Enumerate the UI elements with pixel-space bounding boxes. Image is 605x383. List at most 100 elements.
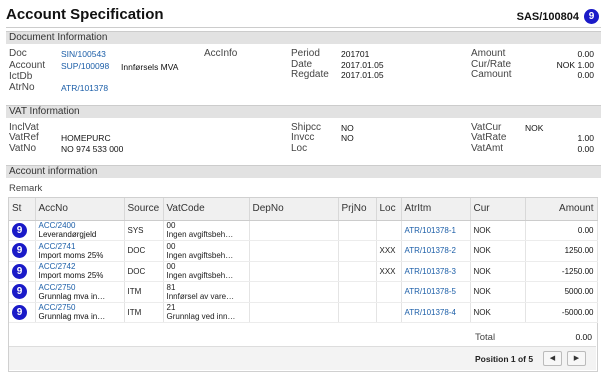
atritm-link[interactable]: ATR/101378-4: [405, 308, 456, 317]
atritm-link[interactable]: ATR/101378-2: [405, 246, 456, 255]
row-status-badge: 9: [12, 222, 27, 238]
cur-cell: NOK: [470, 281, 526, 303]
col-header-depno[interactable]: DepNo: [249, 198, 339, 221]
previous-button[interactable]: ◀: [543, 351, 562, 366]
loc-cell: [376, 302, 402, 323]
atrno-link[interactable]: ATR/101378: [61, 83, 108, 93]
table-row[interactable]: 9 ACC/2741 Import moms 25% DOC 00 Ingen av…: [9, 240, 598, 262]
atritm-link[interactable]: ATR/101378-3: [405, 267, 456, 276]
source-cell: ITM: [124, 302, 164, 323]
table-row[interactable]: 9 ACC/2400 Leverandørgjeld SYS 00 Ingen av…: [9, 220, 598, 241]
currate-value: NOK 1.00: [556, 60, 594, 70]
vat-code: 00: [166, 262, 176, 272]
acc-code-link[interactable]: ACC/2742: [39, 262, 121, 271]
vat-code: 00: [166, 241, 176, 251]
depno-cell: [249, 240, 339, 262]
accinfo-label: AccInfo: [204, 48, 238, 59]
account-name: Innførsels MVA: [121, 62, 179, 72]
atritm-link[interactable]: ATR/101378-5: [405, 287, 456, 296]
col-header-loc[interactable]: Loc: [376, 198, 402, 221]
col-header-prjno[interactable]: PrjNo: [338, 198, 377, 221]
prjno-cell: [338, 302, 377, 323]
vatref-value: HOMEPURC: [61, 133, 111, 143]
table-row[interactable]: 9 ACC/2750 Grunnlag mva in… ITM 81 Innførs…: [9, 281, 598, 303]
atritm-link[interactable]: ATR/101378-1: [405, 226, 456, 235]
acc-name: Grunnlag mva in…: [38, 312, 106, 322]
status-cell: 9: [9, 240, 36, 262]
table-row[interactable]: 9 ACC/2750 Grunnlag mva in… ITM 21 Grunnla…: [9, 302, 598, 323]
next-button[interactable]: ▶: [567, 351, 586, 366]
document-reference: SAS/100804: [516, 11, 579, 23]
shipcc-value: NO: [341, 123, 354, 133]
account-label: Account: [9, 60, 46, 71]
vatcode-cell: 00 Ingen avgiftsbeh…: [163, 261, 250, 282]
amount-cell: 0.00: [525, 220, 598, 241]
status-cell: 9: [9, 261, 36, 282]
source-cell: ITM: [124, 281, 164, 303]
vatcode-cell: 00 Ingen avgiftsbeh…: [163, 220, 250, 241]
amount-cell: 5000.00: [525, 281, 598, 303]
col-header-cur[interactable]: Cur: [470, 198, 526, 221]
row-status-badge: 9: [12, 304, 27, 320]
col-header-vatcode[interactable]: VatCode: [163, 198, 250, 221]
acc-name: Import moms 25%: [38, 271, 104, 281]
table-row[interactable]: 9 ACC/2742 Import moms 25% DOC 00 Ingen av…: [9, 261, 598, 282]
regdate-label: Regdate: [291, 69, 329, 80]
vatamt-value: 0.00: [577, 144, 594, 154]
col-header-amount[interactable]: Amount: [525, 198, 598, 221]
col-header-atritm[interactable]: AtrItm: [401, 198, 471, 221]
acc-code-link[interactable]: ACC/2750: [39, 283, 121, 292]
vatno-label: VatNo: [9, 143, 37, 154]
status-cell: 9: [9, 220, 36, 241]
row-status-badge: 9: [12, 263, 27, 279]
row-status-badge: 9: [12, 284, 27, 300]
col-header-source[interactable]: Source: [124, 198, 164, 221]
invcc-value: NO: [341, 133, 354, 143]
total-label: Total: [475, 332, 496, 343]
prjno-cell: [338, 240, 377, 262]
account-table: St AccNo Source VatCode DepNo PrjNo Loc …: [9, 198, 598, 323]
vatcur-value: NOK: [525, 123, 544, 133]
col-header-accno[interactable]: AccNo: [35, 198, 125, 221]
source-cell: DOC: [124, 261, 164, 282]
atritm-cell: ATR/101378-4: [401, 302, 471, 323]
col-header-st[interactable]: St: [9, 198, 36, 221]
depno-cell: [249, 261, 339, 282]
row-status-badge: 9: [12, 243, 27, 259]
source-cell: DOC: [124, 240, 164, 262]
invcc-label: Invcc: [291, 132, 315, 143]
vat-desc: Innførsel av vare…: [166, 291, 235, 301]
vatcode-cell: 81 Innførsel av vare…: [163, 281, 250, 303]
status-cell: 9: [9, 281, 36, 303]
vat-information-header: VAT Information: [6, 105, 601, 118]
doc-link[interactable]: SIN/100543: [61, 49, 106, 59]
cur-cell: NOK: [470, 240, 526, 262]
position-indicator: Position 1 of 5: [475, 354, 534, 364]
accno-cell: ACC/2741 Import moms 25%: [35, 240, 125, 262]
vatno-value: NO 974 533 000: [61, 144, 124, 154]
acc-code-link[interactable]: ACC/2400: [39, 221, 121, 230]
vatrate-label: VatRate: [471, 132, 507, 143]
accno-cell: ACC/2750 Grunnlag mva in…: [35, 281, 125, 303]
vat-code: 81: [166, 282, 176, 292]
accno-cell: ACC/2742 Import moms 25%: [35, 261, 125, 282]
acc-code-link[interactable]: ACC/2741: [39, 242, 121, 251]
vatref-label: VatRef: [9, 132, 39, 143]
account-link[interactable]: SUP/100098: [61, 61, 109, 71]
triangle-left-icon: ◀: [549, 355, 556, 362]
cur-cell: NOK: [470, 261, 526, 282]
vat-desc: Ingen avgiftsbeh…: [166, 250, 234, 260]
prjno-cell: [338, 220, 377, 241]
account-information-header: Account information: [6, 165, 601, 178]
depno-cell: [249, 302, 339, 323]
atritm-cell: ATR/101378-3: [401, 261, 471, 282]
atritm-cell: ATR/101378-5: [401, 281, 471, 303]
loc-label: Loc: [291, 143, 308, 154]
acc-code-link[interactable]: ACC/2750: [39, 303, 121, 312]
period-label: Period: [291, 48, 320, 59]
remark-label: Remark: [9, 183, 43, 194]
vatrate-value: 1.00: [577, 133, 594, 143]
document-information-header: Document Information: [6, 31, 601, 44]
loc-cell: XXX: [376, 240, 402, 262]
acc-name: Leverandørgjeld: [38, 230, 97, 240]
